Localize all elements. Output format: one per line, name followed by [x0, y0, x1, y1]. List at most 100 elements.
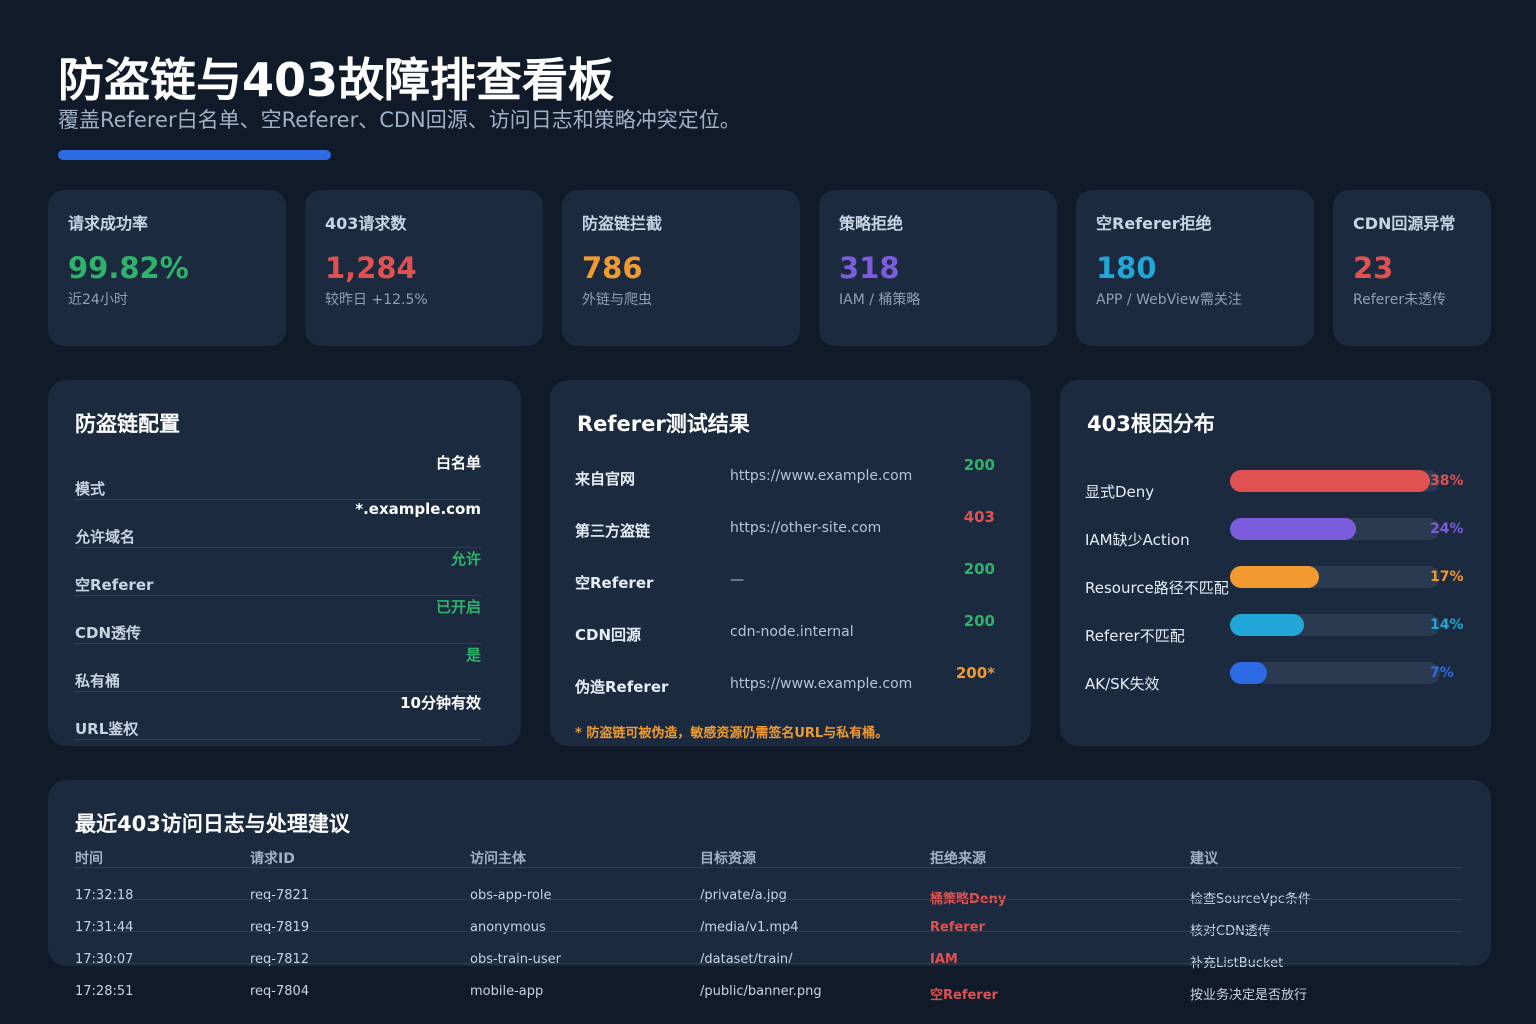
kpi-card-403-count: 403请求数 1,284 较昨日 +12.5%	[305, 190, 543, 346]
referer-test-panel: Referer测试结果 来自官网 https://www.example.com…	[550, 380, 1031, 746]
root-cause-row: AK/SK失效 7%	[1085, 657, 1465, 705]
referer-test-row: CDN回源 cdn-node.internal 200	[575, 608, 995, 660]
kpi-sub: APP / WebView需关注	[1096, 292, 1242, 308]
kpi-value: 318	[839, 251, 900, 285]
kpi-label: 防盗链拦截	[582, 214, 663, 233]
kpi-card-success-rate: 请求成功率 99.82% 近24小时	[48, 190, 286, 346]
log-principal: obs-app-role	[470, 888, 552, 903]
kpi-value: 23	[1353, 251, 1394, 285]
kpi-sub: 外链与爬虫	[582, 292, 652, 308]
log-suggestion: 检查SourceVpc条件	[1190, 892, 1311, 907]
root-cause-row: IAM缺少Action 24%	[1085, 513, 1465, 561]
page-subtitle: 覆盖Referer白名单、空Referer、CDN回源、访问日志和策略冲突定位。	[58, 108, 741, 132]
referer-test-name: CDN回源	[575, 626, 642, 644]
root-cause-bar	[1230, 614, 1304, 636]
status-code: 200	[963, 560, 995, 578]
referer-warning-note: * 防盗链可被伪造，敏感资源仍需签名URL与私有桶。	[575, 726, 889, 741]
root-cause-track	[1230, 566, 1440, 588]
config-value: 是	[465, 646, 481, 664]
kpi-card-cdn-origin: CDN回源异常 23 Referer未透传	[1333, 190, 1491, 346]
kpi-value: 1,284	[325, 251, 417, 285]
referer-test-url: https://other-site.com	[730, 520, 882, 536]
table-divider	[75, 963, 1461, 964]
root-cause-row: 显式Deny 38%	[1085, 465, 1465, 513]
hotlink-config-panel: 防盗链配置 模式 白名单 允许域名 *.example.com 空Referer…	[48, 380, 521, 746]
config-row: 空Referer 允许	[75, 548, 481, 596]
table-divider	[75, 899, 1461, 900]
kpi-card-empty-referer: 空Referer拒绝 180 APP / WebView需关注	[1076, 190, 1314, 346]
config-key: 空Referer	[75, 576, 154, 594]
root-cause-track	[1230, 614, 1440, 636]
log-deny-source: 桶策略Deny	[930, 892, 1007, 907]
config-value: 已开启	[435, 598, 481, 616]
table-divider	[75, 867, 1461, 868]
referer-test-name: 第三方盗链	[575, 522, 651, 540]
config-value: 10分钟有效	[400, 694, 481, 712]
config-row: URL鉴权 10分钟有效	[75, 692, 481, 740]
log-suggestion: 按业务决定是否放行	[1190, 988, 1308, 1003]
log-resource: /private/a.jpg	[700, 888, 787, 903]
config-key: CDN透传	[75, 624, 142, 642]
kpi-card-policy-deny: 策略拒绝 318 IAM / 桶策略	[819, 190, 1057, 346]
root-cause-percent: 24%	[1430, 521, 1464, 537]
root-cause-track	[1230, 662, 1440, 684]
kpi-label: CDN回源异常	[1353, 214, 1456, 233]
log-request-id: req-7804	[250, 984, 310, 999]
kpi-label: 请求成功率	[68, 214, 149, 233]
kpi-label: 空Referer拒绝	[1096, 214, 1212, 233]
kpi-value: 786	[582, 251, 643, 285]
log-request-id: req-7812	[250, 952, 310, 967]
root-cause-percent: 38%	[1430, 473, 1464, 489]
root-cause-bar	[1230, 662, 1267, 684]
root-cause-name: AK/SK失效	[1085, 675, 1160, 693]
root-cause-panel: 403根因分布 显式Deny 38% IAM缺少Action 24% Resou…	[1060, 380, 1491, 746]
log-panel-title: 最近403访问日志与处理建议	[75, 812, 350, 836]
kpi-card-hotlink-block: 防盗链拦截 786 外链与爬虫	[562, 190, 800, 346]
log-time: 17:30:07	[75, 952, 134, 967]
log-principal: anonymous	[470, 920, 546, 935]
log-column-header: 时间	[75, 851, 103, 867]
root-cause-percent: 7%	[1430, 665, 1454, 681]
referer-test-url: cdn-node.internal	[730, 624, 854, 640]
referer-test-url: https://www.example.com	[730, 468, 913, 484]
log-principal: obs-train-user	[470, 952, 561, 967]
referer-test-url: https://www.example.com	[730, 676, 913, 692]
log-time: 17:28:51	[75, 984, 134, 999]
log-deny-source: Referer	[930, 920, 985, 935]
log-deny-source: 空Referer	[930, 988, 998, 1003]
referer-test-row: 来自官网 https://www.example.com 200	[575, 452, 995, 504]
root-cause-bar	[1230, 518, 1356, 540]
log-column-header: 建议	[1190, 851, 1218, 867]
config-value: 允许	[450, 550, 481, 568]
kpi-label: 403请求数	[325, 214, 407, 233]
config-key: URL鉴权	[75, 720, 139, 738]
root-cause-track	[1230, 470, 1440, 492]
config-row: 私有桶 是	[75, 644, 481, 692]
panel-title: Referer测试结果	[577, 412, 750, 436]
root-cause-name: 显式Deny	[1085, 483, 1155, 501]
config-value: *.example.com	[355, 500, 481, 518]
config-key: 允许域名	[75, 528, 136, 546]
title-accent-bar	[58, 150, 331, 160]
kpi-sub: 较昨日 +12.5%	[325, 292, 428, 308]
status-code: 200	[963, 456, 995, 474]
root-cause-track	[1230, 518, 1440, 540]
log-column-header: 请求ID	[250, 851, 295, 867]
kpi-sub: Referer未透传	[1353, 292, 1447, 308]
panel-title: 防盗链配置	[75, 412, 180, 436]
referer-test-row: 第三方盗链 https://other-site.com 403	[575, 504, 995, 556]
kpi-label: 策略拒绝	[839, 214, 904, 233]
root-cause-row: Resource路径不匹配 17%	[1085, 561, 1465, 609]
log-resource: /public/banner.png	[700, 984, 822, 999]
log-time: 17:31:44	[75, 920, 134, 935]
config-row: 允许域名 *.example.com	[75, 500, 481, 548]
config-row: 模式 白名单	[75, 452, 481, 500]
log-resource: /media/v1.mp4	[700, 920, 799, 935]
config-key: 私有桶	[75, 672, 121, 690]
log-deny-source: IAM	[930, 952, 958, 967]
table-divider	[75, 931, 1461, 932]
root-cause-bar	[1230, 470, 1430, 492]
kpi-value: 180	[1096, 251, 1157, 285]
kpi-value: 99.82%	[68, 251, 189, 285]
page-title: 防盗链与403故障排查看板	[58, 53, 615, 107]
